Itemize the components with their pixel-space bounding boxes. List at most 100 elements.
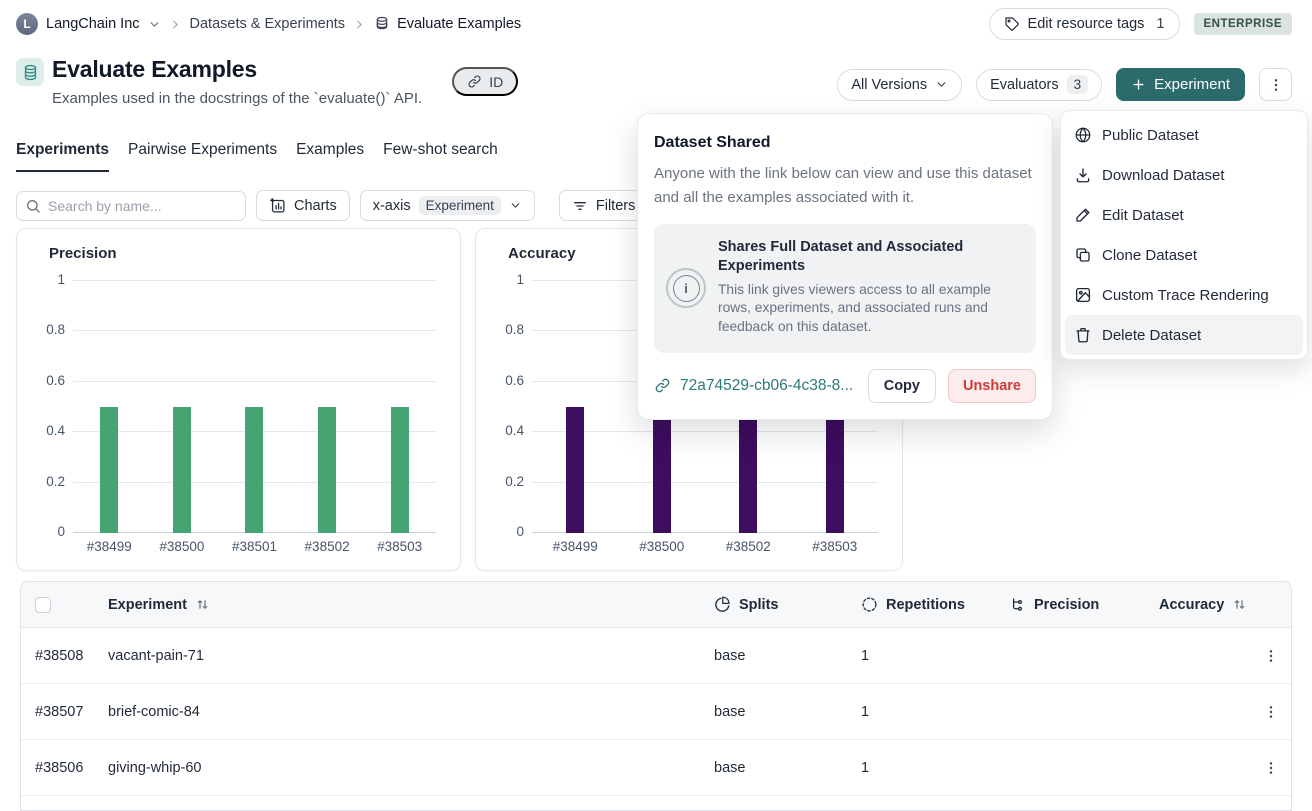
column-header-experiment[interactable]: Experiment	[108, 597, 714, 613]
table-row[interactable]: #38506 giving-whip-60 base 1	[21, 740, 1291, 796]
precision-chart: Precision 00.20.40.60.81 #38499#38500#38…	[16, 228, 461, 571]
share-scope-card: i Shares Full Dataset and Associated Exp…	[654, 224, 1036, 353]
page-title: Evaluate Examples	[52, 56, 422, 83]
select-all-checkbox[interactable]	[35, 597, 51, 613]
x-tick-label: #38499	[73, 539, 146, 554]
tab-few-shot-search[interactable]: Few-shot search	[383, 141, 498, 172]
breadcrumb-datasets-link[interactable]: Datasets & Experiments	[190, 16, 346, 32]
image-icon	[1074, 286, 1092, 304]
page-header: Evaluate Examples Examples used in the d…	[16, 56, 1292, 107]
row-menu-button[interactable]	[1263, 704, 1279, 720]
chevron-down-icon	[509, 199, 522, 212]
chevron-down-icon	[935, 78, 948, 91]
column-header-splits[interactable]: Splits	[714, 596, 861, 613]
y-tick-label: 0	[486, 524, 524, 539]
experiment-splits: base	[714, 648, 861, 664]
sort-icon[interactable]	[195, 597, 210, 612]
versions-dropdown[interactable]: All Versions	[837, 69, 962, 101]
experiment-repetitions: 1	[861, 760, 1009, 776]
database-icon	[374, 16, 390, 32]
globe-icon	[1074, 126, 1092, 144]
experiment-splits: base	[714, 760, 861, 776]
y-tick-label: 0.2	[486, 474, 524, 489]
menu-item-download-dataset[interactable]: Download Dataset	[1065, 155, 1303, 195]
pie-icon	[714, 596, 731, 613]
y-tick-label: 0.8	[486, 322, 524, 337]
dataset-actions-menu-button[interactable]	[1259, 68, 1292, 101]
menu-item-custom-trace-rendering[interactable]: Custom Trace Rendering	[1065, 275, 1303, 315]
dataset-actions-menu: Public Dataset Download Dataset Edit Dat…	[1060, 110, 1308, 360]
bar-38500[interactable]	[173, 407, 191, 533]
y-tick-label: 1	[486, 272, 524, 287]
menu-item-edit-dataset[interactable]: Edit Dataset	[1065, 195, 1303, 235]
filter-icon	[572, 198, 588, 214]
menu-item-public-dataset[interactable]: Public Dataset	[1065, 115, 1303, 155]
filters-button[interactable]: Filters	[559, 190, 648, 221]
row-menu-button[interactable]	[1263, 648, 1279, 664]
search-icon	[25, 198, 41, 214]
new-experiment-button[interactable]: Experiment	[1116, 68, 1245, 101]
xaxis-value-chip: Experiment	[419, 196, 501, 215]
experiment-id: #38508	[35, 648, 108, 664]
y-tick-label: 0.4	[27, 423, 65, 438]
bar-38503[interactable]	[391, 407, 409, 533]
refresh-icon	[861, 596, 878, 613]
menu-item-clone-dataset[interactable]: Clone Dataset	[1065, 235, 1303, 275]
column-label: Experiment	[108, 597, 187, 613]
x-tick-label: #38502	[291, 539, 364, 554]
chevron-right-icon	[353, 18, 366, 31]
tab-experiments[interactable]: Experiments	[16, 141, 109, 172]
tab-pairwise-experiments[interactable]: Pairwise Experiments	[128, 141, 277, 172]
bar-38502[interactable]	[739, 407, 757, 533]
tab-examples[interactable]: Examples	[296, 141, 364, 172]
plus-icon	[1131, 77, 1146, 92]
column-header-accuracy[interactable]: Accuracy	[1159, 597, 1263, 613]
bar-38500[interactable]	[653, 407, 671, 533]
org-avatar[interactable]: L	[16, 13, 38, 35]
edit-resource-tags-button[interactable]: Edit resource tags 1	[989, 8, 1180, 40]
column-label: Repetitions	[886, 597, 965, 613]
experiments-toolbar: Charts x-axis Experiment Filters	[16, 190, 695, 221]
copy-link-button[interactable]: Copy	[868, 369, 936, 403]
sort-icon[interactable]	[1232, 597, 1247, 612]
bar-38503[interactable]	[826, 407, 844, 533]
xaxis-dropdown[interactable]: x-axis Experiment	[360, 190, 535, 221]
experiment-id: #38507	[35, 704, 108, 720]
bar-38499[interactable]	[100, 407, 118, 533]
experiment-name[interactable]: brief-comic-84	[108, 704, 714, 720]
chart-title: Accuracy	[508, 245, 576, 262]
table-row[interactable]: #38507 brief-comic-84 base 1	[21, 684, 1291, 740]
breadcrumb: L LangChain Inc Datasets & Experiments E…	[16, 13, 521, 35]
unshare-button[interactable]: Unshare	[948, 369, 1036, 403]
x-tick-label: #38502	[705, 539, 792, 554]
experiment-name[interactable]: giving-whip-60	[108, 760, 714, 776]
column-label: Splits	[739, 597, 778, 613]
copy-id-button[interactable]: ID	[452, 67, 518, 96]
table-header: Experiment Splits Repetitions PrecisionAccu…	[21, 582, 1291, 628]
x-tick-label: #38500	[146, 539, 219, 554]
menu-item-delete-dataset[interactable]: Delete Dataset	[1065, 315, 1303, 355]
tag-icon	[1004, 16, 1020, 32]
charts-toggle-button[interactable]: Charts	[256, 190, 350, 221]
org-name[interactable]: LangChain Inc	[46, 16, 140, 32]
experiment-name[interactable]: vacant-pain-71	[108, 648, 714, 664]
column-header-precision[interactable]: Precision	[1009, 596, 1159, 613]
chevron-down-icon[interactable]	[148, 18, 161, 31]
y-tick-label: 0.4	[486, 423, 524, 438]
search-input[interactable]	[16, 191, 246, 221]
y-tick-label: 0.8	[27, 322, 65, 337]
column-header-repetitions[interactable]: Repetitions	[861, 596, 1009, 613]
chevron-right-icon	[169, 18, 182, 31]
bar-38502[interactable]	[318, 407, 336, 533]
y-tick-label: 0.2	[27, 474, 65, 489]
share-link[interactable]: 72a74529-cb06-4c38-8...	[654, 377, 856, 395]
x-tick-label: #38501	[218, 539, 291, 554]
dataset-icon	[16, 58, 44, 86]
experiment-repetitions: 1	[861, 704, 1009, 720]
evaluators-button[interactable]: Evaluators 3	[976, 69, 1102, 101]
row-menu-button[interactable]	[1263, 760, 1279, 776]
bar-38501[interactable]	[245, 407, 263, 533]
table-row[interactable]: #38508 vacant-pain-71 base 1	[21, 628, 1291, 684]
tag-count-badge: 1	[1156, 16, 1164, 32]
bar-38499[interactable]	[566, 407, 584, 533]
